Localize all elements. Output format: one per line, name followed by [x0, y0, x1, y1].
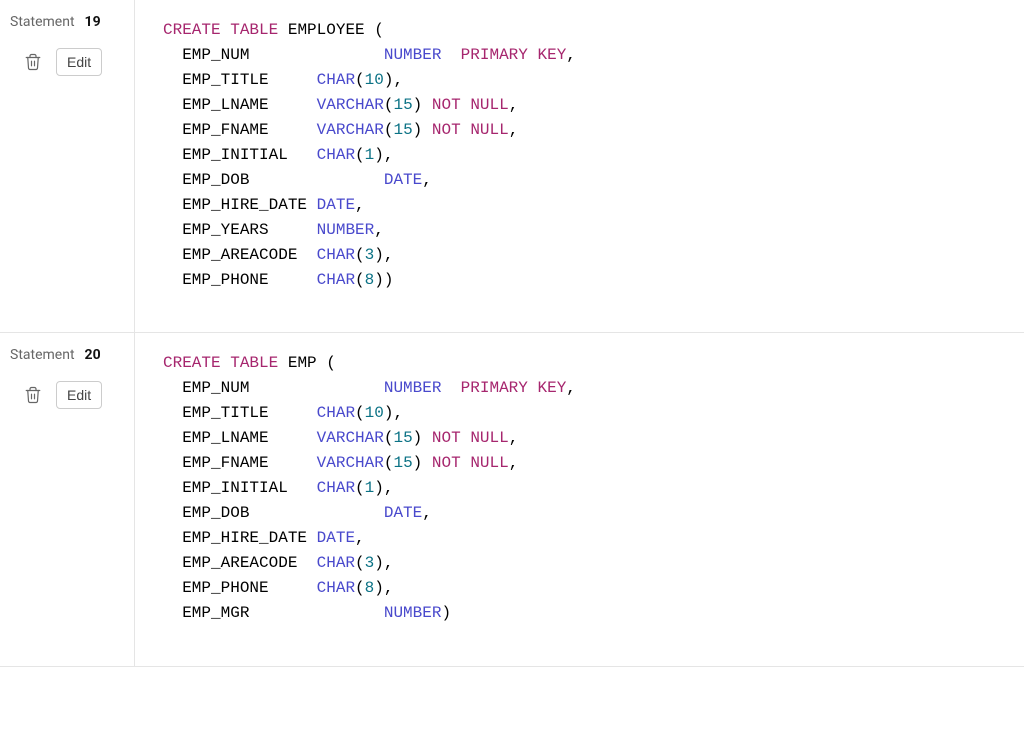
statement-header: Statement 20 [10, 347, 126, 363]
edit-button[interactable]: Edit [56, 381, 102, 409]
statement-block: Statement 20 Edit CREATE TABLE EMP ( EMP_N… [0, 333, 1024, 666]
controls-row: Edit [10, 48, 126, 76]
controls-row: Edit [10, 381, 126, 409]
statement-block: Statement 19 Edit CREATE TABLE EMPLOYEE ( … [0, 0, 1024, 333]
edit-button[interactable]: Edit [56, 48, 102, 76]
statement-number: 19 [85, 14, 101, 30]
side-panel: Statement 20 Edit [0, 333, 135, 665]
statement-header: Statement 19 [10, 14, 126, 30]
statement-number: 20 [85, 347, 101, 363]
sql-code[interactable]: CREATE TABLE EMP ( EMP_NUM NUMBER PRIMAR… [163, 351, 1024, 625]
side-panel: Statement 19 Edit [0, 0, 135, 332]
code-panel: CREATE TABLE EMPLOYEE ( EMP_NUM NUMBER P… [135, 0, 1024, 332]
sql-code[interactable]: CREATE TABLE EMPLOYEE ( EMP_NUM NUMBER P… [163, 18, 1024, 292]
statement-label: Statement [10, 347, 75, 363]
trash-icon[interactable] [24, 53, 42, 71]
statement-label: Statement [10, 14, 75, 30]
trash-icon[interactable] [24, 386, 42, 404]
code-panel: CREATE TABLE EMP ( EMP_NUM NUMBER PRIMAR… [135, 333, 1024, 665]
statements-list: Statement 19 Edit CREATE TABLE EMPLOYEE ( … [0, 0, 1024, 667]
